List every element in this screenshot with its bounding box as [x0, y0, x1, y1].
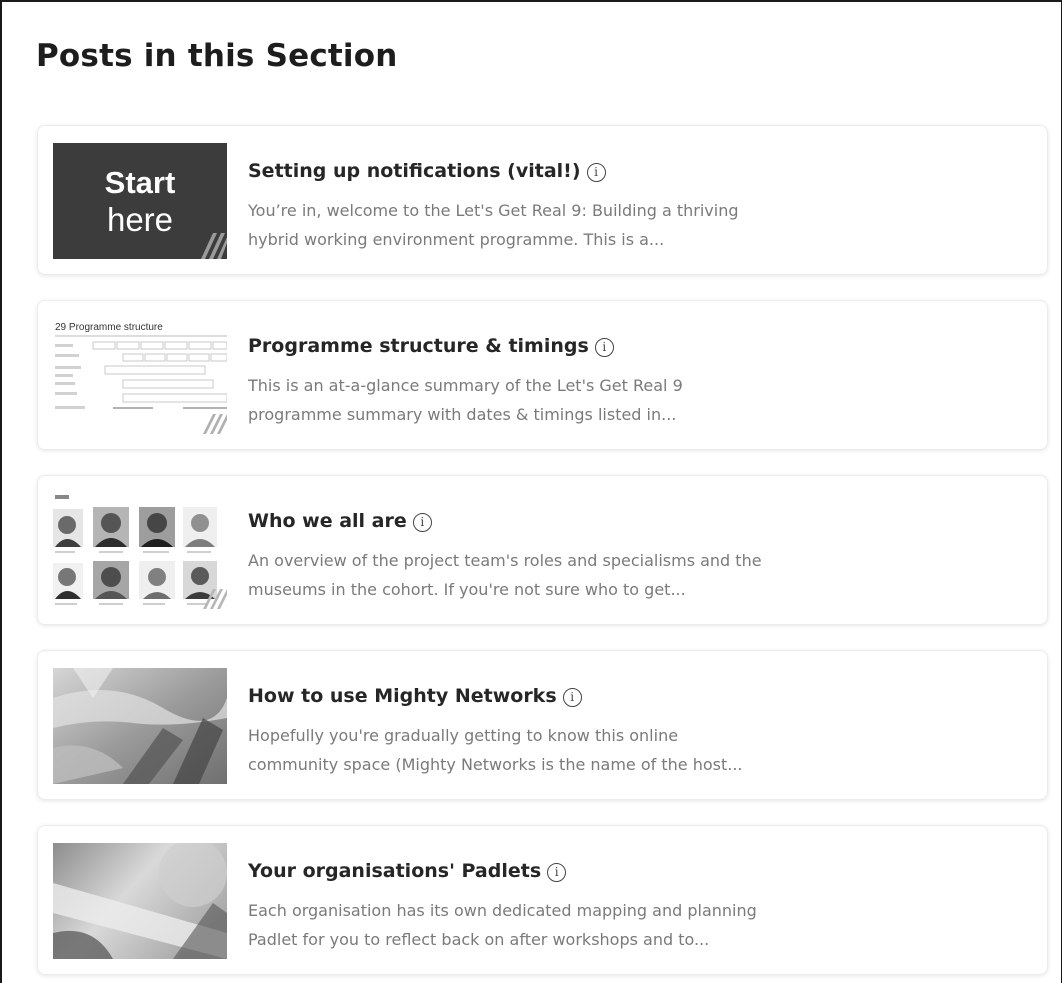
post-card-notifications[interactable]: Start here Setting up notifications (vit…: [37, 125, 1048, 275]
post-title[interactable]: How to use Mighty Networks i: [248, 685, 582, 707]
info-icon[interactable]: i: [586, 163, 606, 182]
post-thumbnail-programme-structure: 29 Programme structure: [53, 318, 227, 434]
post-thumbnail-abstract-shapes: [53, 843, 227, 959]
post-title[interactable]: Programme structure & timings i: [248, 335, 614, 357]
thumbnail-text: Start: [104, 165, 176, 200]
post-title[interactable]: Setting up notifications (vital!) i: [248, 160, 606, 182]
team-portraits-graphic: [53, 495, 227, 609]
schedule-table-graphic: [55, 335, 227, 434]
info-icon[interactable]: i: [562, 688, 582, 707]
info-icon[interactable]: i: [547, 863, 567, 882]
post-card-programme-structure[interactable]: 29 Programme structure Programme structu…: [37, 300, 1048, 450]
post-thumbnail-abstract-leaves: [53, 668, 227, 784]
post-card-who-we-all-are[interactable]: Who we all are i An overview of the proje…: [37, 475, 1048, 625]
post-excerpt: An overview of the project team's roles …: [248, 551, 762, 599]
info-icon[interactable]: i: [412, 513, 432, 532]
abstract-image: [53, 843, 227, 959]
post-excerpt: Each organisation has its own dedicated …: [248, 901, 757, 949]
post-thumbnail-start-here: Start here: [53, 143, 227, 259]
info-icon[interactable]: i: [594, 338, 614, 357]
post-title[interactable]: Who we all are i: [248, 510, 432, 532]
abstract-image: [53, 668, 227, 784]
post-card-padlets[interactable]: Your organisations' Padlets i Each organi…: [37, 825, 1048, 975]
post-excerpt: Hopefully you're gradually getting to kn…: [248, 726, 743, 774]
stripes-decoration: [201, 233, 227, 259]
post-excerpt: This is an at-a-glance summary of the Le…: [248, 376, 683, 424]
page-title: Posts in this Section: [36, 38, 398, 74]
post-card-mighty-networks[interactable]: How to use Mighty Networks i Hopefully yo…: [37, 650, 1048, 800]
post-thumbnail-team-photos: [53, 493, 227, 609]
post-excerpt: You’re in, welcome to the Let's Get Real…: [248, 201, 739, 249]
post-title[interactable]: Your organisations' Padlets i: [248, 860, 567, 882]
